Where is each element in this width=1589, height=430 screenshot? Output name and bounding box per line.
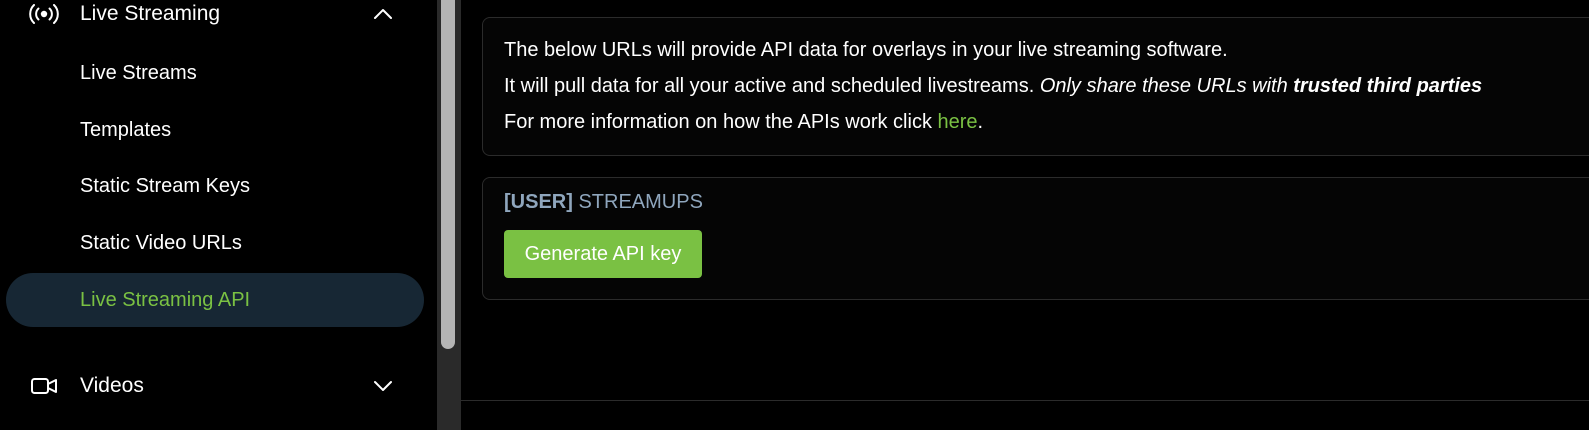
info-line-2: It will pull data for all your active an… [504,75,1482,98]
sidebar: Live Streaming Live Streams Templates St… [0,0,437,430]
api-key-title: [USER] STREAMUPS [504,191,703,214]
broadcast-icon [28,2,60,26]
nav-group-videos[interactable]: Videos [0,360,437,412]
generate-api-key-button[interactable]: Generate API key [504,230,702,278]
chevron-up-icon[interactable] [372,3,394,25]
sidebar-item-label: Live Streams [80,61,197,84]
info-line-1: The below URLs will provide API data for… [504,39,1228,61]
main-content: The below URLs will provide API data for… [461,0,1589,430]
api-info-card: The below URLs will provide API data for… [482,17,1589,156]
sidebar-item-static-stream-keys[interactable]: Static Stream Keys [6,159,424,213]
api-docs-link[interactable]: here [938,111,978,133]
sidebar-item-live-streaming-api[interactable]: Live Streaming API [6,273,424,327]
api-key-name: STREAMUPS [572,191,703,213]
sidebar-item-label: Static Video URLs [80,231,242,254]
info-line-3-text: For more information on how the APIs wor… [504,111,938,133]
info-line-2-text: It will pull data for all your active an… [504,75,1040,97]
api-key-tag: [USER] [504,191,573,213]
video-camera-icon [28,374,60,398]
info-line-3-suffix: . [977,111,984,133]
sidebar-item-label: Live Streaming API [80,288,251,311]
sidebar-item-live-streams[interactable]: Live Streams [6,46,424,100]
sidebar-item-static-video-urls[interactable]: Static Video URLs [6,216,424,270]
nav-group-label: Videos [80,374,144,397]
chevron-down-icon[interactable] [372,375,394,397]
divider [461,400,1589,401]
api-key-card: [USER] STREAMUPS Generate API key [482,177,1589,300]
nav-group-live-streaming[interactable]: Live Streaming [0,0,437,40]
sidebar-item-label: Static Stream Keys [80,174,251,197]
nav-group-label: Live Streaming [80,2,221,25]
info-line-2-italic: Only share these URLs with [1039,75,1294,97]
sidebar-item-label: Templates [80,118,172,141]
info-line-3: For more information on how the APIs wor… [504,111,983,134]
info-line-2-bold: trusted third parties [1293,75,1483,97]
sidebar-item-templates[interactable]: Templates [6,103,424,157]
sidebar-scrollbar-thumb[interactable] [441,0,455,349]
